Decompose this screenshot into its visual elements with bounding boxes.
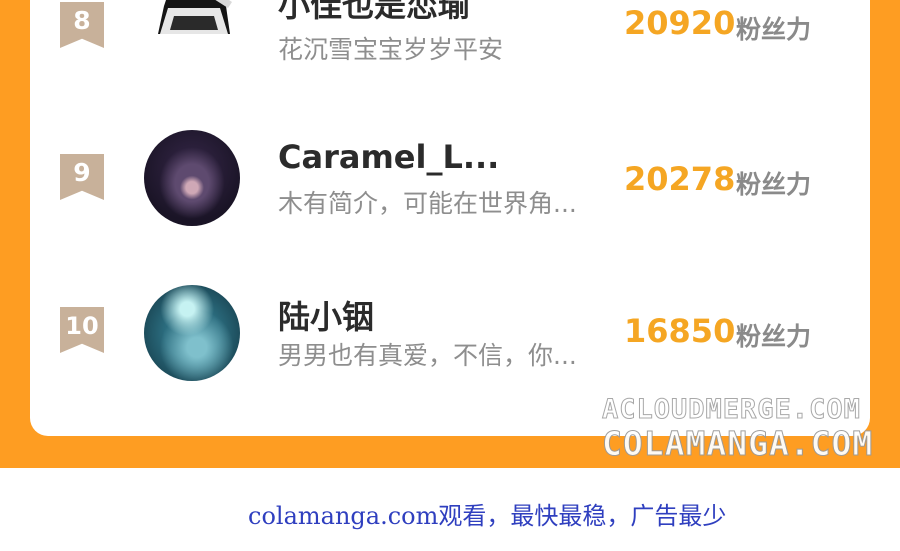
fan-score-unit: 粉丝力 xyxy=(736,170,812,199)
avatar[interactable] xyxy=(144,285,240,381)
user-name[interactable]: 陆小铟 xyxy=(278,292,374,338)
avatar[interactable] xyxy=(148,0,240,34)
user-name[interactable]: Caramel_L... xyxy=(278,138,499,176)
rank-badge: 8 xyxy=(60,2,104,48)
fan-score-unit: 粉丝力 xyxy=(736,322,812,351)
ranking-row[interactable]: 10 陆小铟 男男也有真爱，不信，你... 16850 粉丝力 xyxy=(30,270,870,390)
ranking-row[interactable]: 8 小佳也是恋瑜 花沉雪宝宝岁岁平安 20920 粉丝力 xyxy=(30,0,870,80)
rank-badge: 10 xyxy=(60,307,104,353)
footer-notice: colamanga.com观看，最快最稳，广告最少 xyxy=(248,502,727,530)
watermark-line-1: ACLOUDMERGE.COM xyxy=(602,394,861,426)
user-name[interactable]: 小佳也是恋瑜 xyxy=(278,0,470,26)
user-bio: 花沉雪宝宝岁岁平安 xyxy=(278,35,504,64)
fan-score-unit: 粉丝力 xyxy=(736,15,812,44)
user-bio: 木有简介，可能在世界角... xyxy=(278,189,577,218)
avatar[interactable] xyxy=(144,130,240,226)
ranking-card: 8 小佳也是恋瑜 花沉雪宝宝岁岁平安 20920 粉丝力 9 Caramel_L… xyxy=(30,0,870,436)
fan-score: 16850 xyxy=(624,312,736,350)
fan-score: 20920 xyxy=(624,4,736,42)
rank-badge: 9 xyxy=(60,154,104,200)
ranking-row[interactable]: 9 Caramel_L... 木有简介，可能在世界角... 20278 粉丝力 xyxy=(30,118,870,238)
user-bio: 男男也有真爱，不信，你... xyxy=(278,341,577,370)
watermark-line-2: COLAMANGA.COM xyxy=(601,424,874,464)
fan-score: 20278 xyxy=(624,160,736,198)
